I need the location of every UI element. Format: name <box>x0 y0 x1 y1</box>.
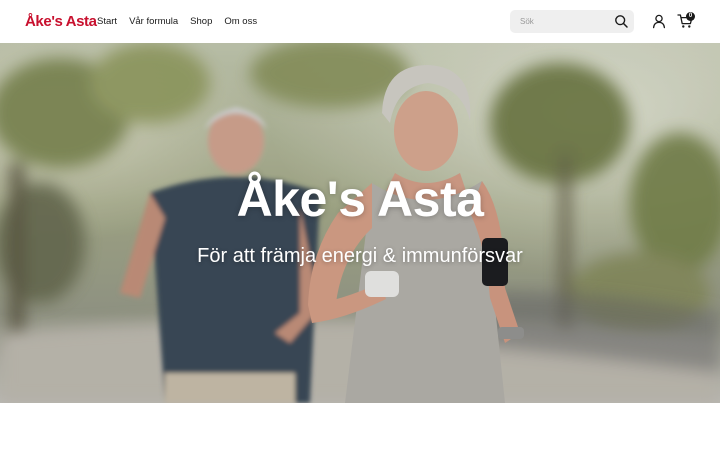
nav-link-shop[interactable]: Shop <box>190 16 212 28</box>
content-area <box>0 403 720 450</box>
main-nav: Start Vår formula Shop Om oss <box>97 0 257 43</box>
user-icon[interactable] <box>651 13 667 29</box>
nav-link-om-oss[interactable]: Om oss <box>224 16 257 28</box>
search-input[interactable] <box>510 10 610 33</box>
site-header: Åke's Asta Start Vår formula Shop Om oss… <box>0 0 720 43</box>
brand-logo[interactable]: Åke's Asta <box>25 12 97 32</box>
cart-count-badge: 0 <box>686 12 695 21</box>
nav-link-var-formula[interactable]: Vår formula <box>129 16 178 28</box>
search-icon[interactable] <box>614 14 629 29</box>
nav-link-start[interactable]: Start <box>97 16 117 28</box>
search-box <box>510 10 634 33</box>
hero-subtitle: För att främja energi & immunförsvar <box>197 245 523 267</box>
hero-banner: Åke's Asta För att främja energi & immun… <box>0 43 720 403</box>
hero-title: Åke's Asta <box>236 171 484 227</box>
